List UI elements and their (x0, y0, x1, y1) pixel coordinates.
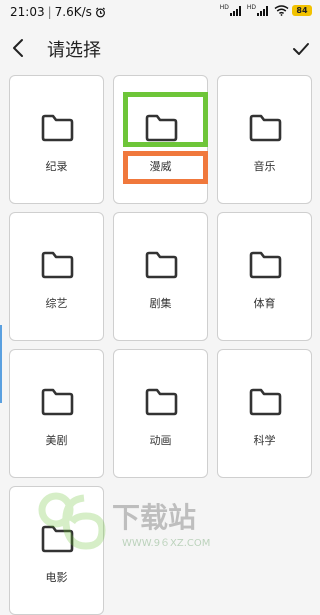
status-bar: 21:03 | 7.6K/s HD HD 84 (0, 0, 320, 24)
battery-indicator: 84 (292, 5, 312, 16)
watermark-text: 下载站 (112, 501, 197, 534)
alarm-icon (95, 7, 105, 17)
folder-icon (41, 251, 74, 279)
folder-icon (145, 388, 178, 416)
edge-indicator (0, 325, 2, 403)
folder-tile-tiyu[interactable]: 体育 (217, 212, 312, 341)
folder-label: 纪录 (45, 160, 68, 173)
signal-icon-2 (257, 6, 268, 16)
back-arrow-icon[interactable] (6, 34, 32, 62)
signal-icon (229, 6, 241, 16)
folder-tile-juji[interactable]: 剧集 (113, 212, 208, 341)
folder-label: 音乐 (253, 160, 276, 173)
highlight-box-icon (123, 92, 208, 147)
folder-tile-yinyue[interactable]: 音乐 (217, 75, 312, 204)
folder-icon (249, 388, 282, 416)
status-separator: | (47, 5, 52, 19)
hd-label: HD (219, 3, 229, 11)
folder-icon (249, 114, 282, 142)
folder-label: 综艺 (45, 297, 68, 310)
hd-label-2: HD (246, 3, 256, 11)
page-title: 请选择 (47, 40, 101, 61)
highlight-box-label (123, 151, 208, 184)
folder-label: 剧集 (149, 297, 172, 310)
folder-icon (41, 525, 74, 553)
folder-icon (41, 388, 74, 416)
folder-tile-donghua[interactable]: 动画 (113, 349, 208, 478)
folder-icon (249, 251, 282, 279)
status-network-speed: 7.6K/s (54, 5, 92, 19)
status-right: HD HD 84 (219, 3, 312, 16)
folder-label: 美剧 (45, 434, 68, 447)
status-time: 21:03 (10, 5, 45, 19)
folder-icon (145, 251, 178, 279)
folder-label: 电影 (45, 571, 68, 584)
status-left: 21:03 | 7.6K/s (10, 5, 106, 19)
folder-tile-kexue[interactable]: 科学 (217, 349, 312, 478)
wifi-icon (274, 5, 289, 16)
header: 请选择 (0, 26, 320, 70)
folder-label: 体育 (253, 297, 276, 310)
folder-label: 动画 (149, 434, 172, 447)
folder-icon (41, 114, 74, 142)
folder-tile-zongyi[interactable]: 综艺 (9, 212, 104, 341)
watermark-url: WWW.9６XZ.COM (122, 538, 211, 549)
folder-tile-jilu[interactable]: 纪录 (9, 75, 104, 204)
folder-label: 科学 (253, 434, 276, 447)
folder-tile-dianying[interactable]: 电影 (9, 486, 104, 615)
folder-tile-meiju[interactable]: 美剧 (9, 349, 104, 478)
checkmark-icon[interactable] (288, 36, 314, 62)
